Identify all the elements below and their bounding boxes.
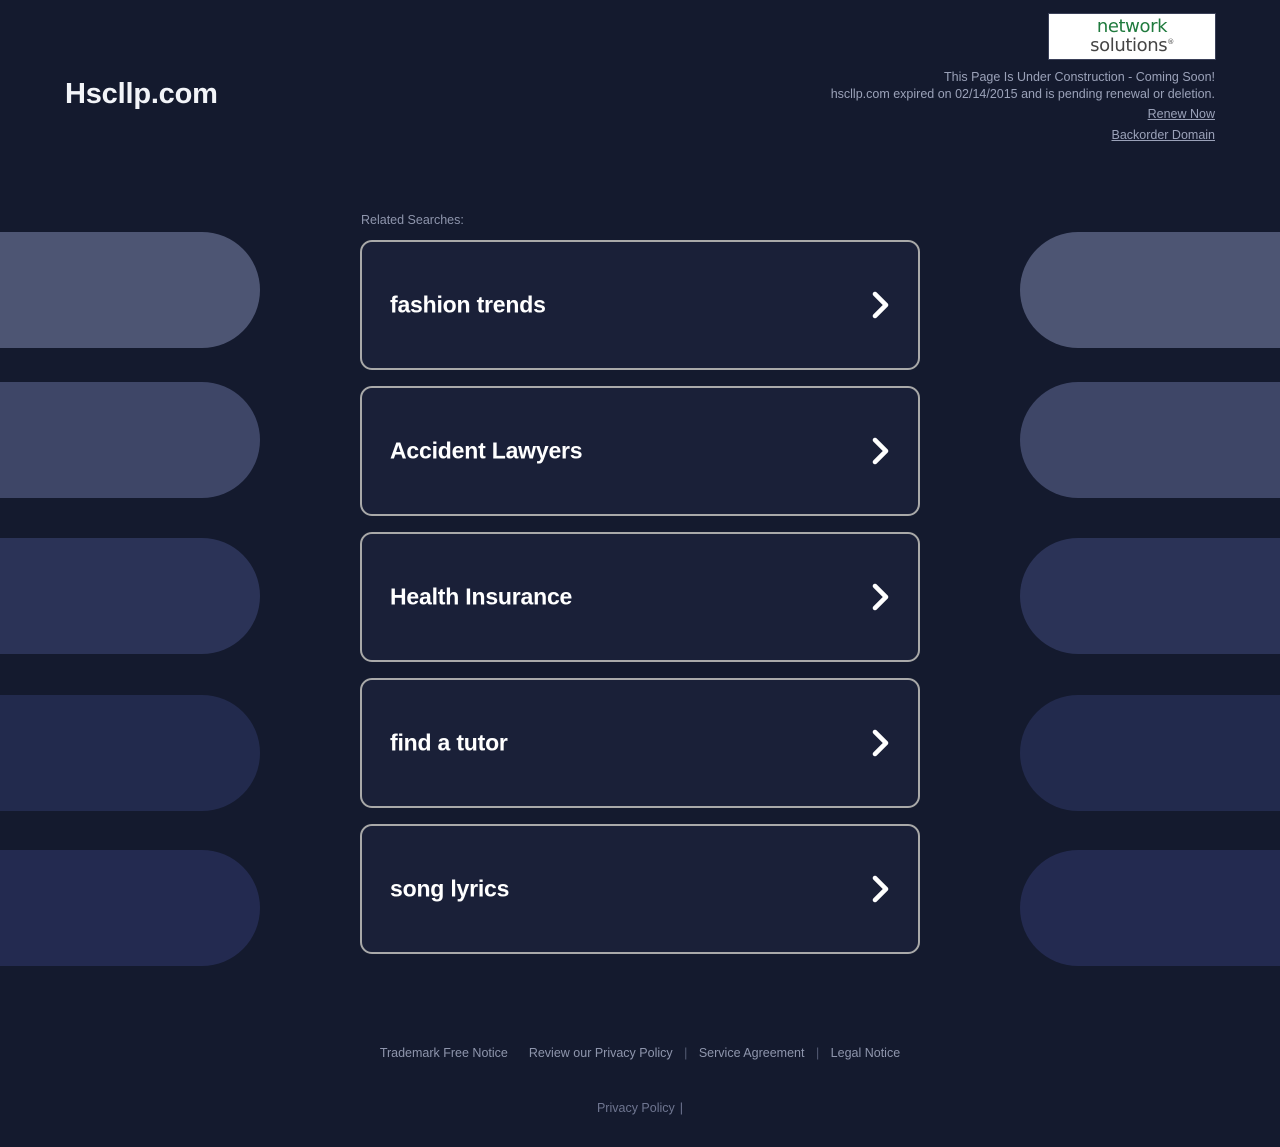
related-searches-label: Related Searches: [361, 213, 464, 227]
registered-mark-icon: ® [1167, 38, 1174, 46]
trademark-free-notice-link[interactable]: Trademark Free Notice [380, 1046, 508, 1060]
related-search-label: Accident Lawyers [390, 437, 583, 464]
footer-divider: | [815, 1046, 820, 1060]
decorative-pill [1020, 382, 1280, 498]
renew-now-link[interactable]: Renew Now [1111, 104, 1215, 125]
logo-word-solutions: solutions® [1090, 35, 1174, 56]
related-search-label: find a tutor [390, 729, 508, 756]
decorative-pill [1020, 695, 1280, 811]
related-search-label: Health Insurance [390, 583, 573, 610]
header-action-links: Renew Now Backorder Domain [1111, 104, 1215, 146]
decorative-pills-left [0, 232, 260, 966]
footer-secondary-row: Privacy Policy | [0, 1101, 1280, 1115]
parked-domain-page: Hscllp.com network solutions® This Page … [0, 0, 1280, 1147]
related-search-card[interactable]: find a tutor [360, 678, 920, 808]
service-agreement-link[interactable]: Service Agreement [699, 1046, 805, 1060]
logo-word-network: network [1096, 16, 1168, 37]
related-searches-section: Related Searches: fashion trends Acciden… [360, 213, 920, 970]
decorative-pill [0, 695, 260, 811]
chevron-right-icon [872, 875, 889, 903]
footer-divider: | [684, 1046, 688, 1060]
decorative-pill [0, 538, 260, 654]
decorative-pill [1020, 538, 1280, 654]
decorative-pills-right [1020, 232, 1280, 966]
related-search-label: fashion trends [390, 291, 546, 318]
footer-trailing-divider: | [679, 1101, 684, 1115]
chevron-right-icon [872, 291, 889, 319]
related-search-label: song lyrics [390, 875, 510, 902]
decorative-pill [0, 232, 260, 348]
review-privacy-policy-link[interactable]: Review our Privacy Policy [529, 1046, 673, 1060]
notice-line-expiry: hscllp.com expired on 02/14/2015 and is … [830, 87, 1215, 101]
notice-line-construction: This Page Is Under Construction - Coming… [944, 70, 1215, 84]
page-header: Hscllp.com network solutions® This Page … [0, 0, 1280, 160]
chevron-right-icon [872, 437, 889, 465]
privacy-policy-link[interactable]: Privacy Policy [597, 1101, 675, 1115]
construction-notice: This Page Is Under Construction - Coming… [831, 69, 1215, 103]
related-search-card[interactable]: song lyrics [360, 824, 920, 954]
network-solutions-logo: network solutions® [1048, 13, 1216, 60]
chevron-right-icon [872, 729, 889, 757]
decorative-pill [0, 850, 260, 966]
footer-links-row: Trademark Free Notice Review our Privacy… [0, 1046, 1280, 1060]
backorder-domain-link[interactable]: Backorder Domain [1111, 125, 1215, 146]
legal-notice-link[interactable]: Legal Notice [831, 1046, 901, 1060]
related-search-card[interactable]: fashion trends [360, 240, 920, 370]
related-search-card[interactable]: Accident Lawyers [360, 386, 920, 516]
decorative-pill [1020, 850, 1280, 966]
page-footer: Trademark Free Notice Review our Privacy… [0, 1046, 1280, 1115]
page-title: Hscllp.com [65, 78, 218, 110]
decorative-pill [1020, 232, 1280, 348]
chevron-right-icon [872, 583, 889, 611]
related-search-card[interactable]: Health Insurance [360, 532, 920, 662]
decorative-pill [0, 382, 260, 498]
